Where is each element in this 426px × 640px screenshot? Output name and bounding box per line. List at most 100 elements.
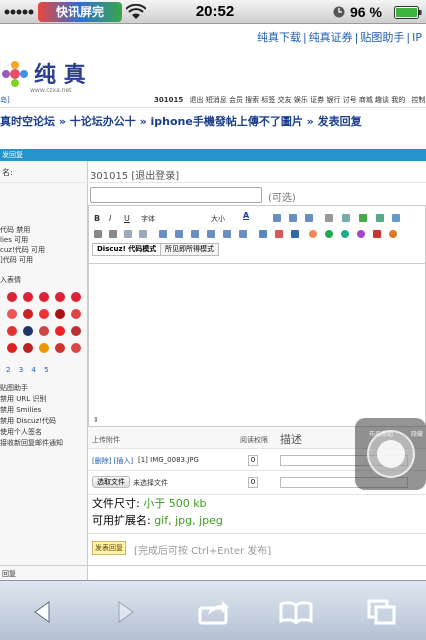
option-paste-helper[interactable]: 贴图助手 xyxy=(0,383,63,394)
unordered-list-icon[interactable] xyxy=(175,230,183,238)
left-stub-link[interactable]: 岛] xyxy=(0,95,10,105)
smiley-icon[interactable] xyxy=(55,343,65,353)
smiley-icon[interactable] xyxy=(55,309,65,319)
image-icon[interactable] xyxy=(342,214,350,222)
subnav-item[interactable]: 搜索 xyxy=(245,96,259,104)
smiley-icon[interactable] xyxy=(39,343,49,353)
poll-icon[interactable] xyxy=(357,230,365,238)
tab-discuz-code[interactable]: Discuz! 代码模式 xyxy=(92,243,162,256)
link-icon[interactable] xyxy=(325,214,333,222)
bold-button[interactable]: B xyxy=(94,214,100,223)
size-select[interactable]: 大小 xyxy=(211,214,225,224)
tab-wysiwyg[interactable]: 所见即所得模式 xyxy=(160,243,219,256)
permission-input[interactable]: 0 xyxy=(248,477,258,488)
forward-icon[interactable] xyxy=(106,595,146,629)
align-center-icon[interactable] xyxy=(289,214,297,222)
hr-icon[interactable] xyxy=(239,230,247,238)
font-select[interactable]: 字体 xyxy=(141,214,155,224)
site-logo[interactable]: 纯 真 www.czxa.net xyxy=(0,51,100,106)
subject-input[interactable] xyxy=(90,187,262,203)
rate-icon[interactable] xyxy=(341,230,349,238)
underline-button[interactable]: U xyxy=(124,214,130,223)
page-link[interactable]: 3 xyxy=(19,366,23,374)
subnav-item[interactable]: 讨号 xyxy=(343,96,357,104)
smiley-icon[interactable] xyxy=(39,326,49,336)
subnav-item[interactable]: 短消息 xyxy=(206,96,227,104)
breadcrumb[interactable]: 真时空论坛 » 十论坛办公十 » iphone手機發帖上傳不了圖片 » 发表回复 xyxy=(0,113,362,129)
smiley-icon[interactable] xyxy=(7,326,17,336)
page-link[interactable]: 4 xyxy=(31,366,35,374)
align-left-icon[interactable] xyxy=(273,214,281,222)
subnav-item[interactable]: 趣谈 xyxy=(375,96,389,104)
smiley-icon[interactable] xyxy=(23,292,33,302)
attach-icon[interactable] xyxy=(325,230,333,238)
back-icon[interactable] xyxy=(22,595,62,629)
smiley-icon[interactable] xyxy=(39,309,49,319)
option-disable-smilies[interactable]: 禁用 Smilies xyxy=(0,405,63,416)
link-securities[interactable]: 纯真证券 xyxy=(309,31,353,44)
italic-button[interactable]: I xyxy=(109,214,111,223)
post-editor[interactable]: B I U 字体 大小 A ⇕ xyxy=(88,205,426,427)
redo-icon[interactable] xyxy=(139,230,147,238)
subnav-item[interactable]: 标签 xyxy=(261,96,275,104)
smiley-icon[interactable] xyxy=(71,292,81,302)
media-icon[interactable] xyxy=(376,214,384,222)
subnav-control-panel[interactable]: 控制面板 xyxy=(412,96,426,104)
editor-resize[interactable]: ⇕ xyxy=(93,416,99,424)
copy-icon[interactable] xyxy=(109,230,117,238)
quote-icon[interactable] xyxy=(259,230,267,238)
smiley-icon[interactable] xyxy=(39,292,49,302)
reward-icon[interactable] xyxy=(389,230,397,238)
subnav-item[interactable]: 银行 xyxy=(326,96,340,104)
cut-icon[interactable] xyxy=(94,230,102,238)
flash-icon[interactable] xyxy=(359,214,367,222)
outdent-icon[interactable] xyxy=(191,230,199,238)
option-disable-discuz[interactable]: 禁用 Discuz!代码 xyxy=(0,416,63,427)
subnav-item[interactable]: 交友 xyxy=(278,96,292,104)
subnav-item[interactable]: 娱乐 xyxy=(294,96,308,104)
smiley-icon[interactable] xyxy=(7,292,17,302)
smiley-icon[interactable] xyxy=(23,343,33,353)
subnav-item[interactable]: 会员 xyxy=(229,96,243,104)
page-link[interactable]: 2 xyxy=(6,366,10,374)
submit-reply-button[interactable]: 发表回复 xyxy=(92,541,126,555)
smiley-icon[interactable] xyxy=(7,309,17,319)
table-icon[interactable] xyxy=(223,230,231,238)
code-icon[interactable] xyxy=(392,214,400,222)
smiley-icon[interactable] xyxy=(23,309,33,319)
permission-input[interactable]: 0 xyxy=(248,455,258,466)
ordered-list-icon[interactable] xyxy=(159,230,167,238)
option-email-notify[interactable]: 接收新回复邮件通知 xyxy=(0,438,63,449)
align-right-icon[interactable] xyxy=(305,214,313,222)
username-display[interactable]: 301015 [退出登录] xyxy=(90,167,179,182)
smiley-icon[interactable] xyxy=(7,343,17,353)
indent-icon[interactable] xyxy=(207,230,215,238)
trade-icon[interactable] xyxy=(373,230,381,238)
option-signature[interactable]: 使用个人签名 xyxy=(0,427,63,438)
free-icon[interactable] xyxy=(291,230,299,238)
subnav-item[interactable]: 我的 xyxy=(391,96,405,104)
color-button[interactable]: A xyxy=(243,211,249,220)
subnav-item[interactable]: 商城 xyxy=(359,96,373,104)
choose-file-button[interactable]: 选取文件 xyxy=(92,476,130,488)
link-download[interactable]: 纯真下载 xyxy=(257,31,301,44)
assistive-touch[interactable]: 布局帮助 隐藏 xyxy=(355,418,426,490)
smiley-icon[interactable] xyxy=(23,326,33,336)
smiley-icon[interactable] xyxy=(55,292,65,302)
smiley-icon[interactable] xyxy=(55,326,65,336)
tabs-icon[interactable] xyxy=(362,595,402,629)
link-paste-helper[interactable]: 贴图助手 xyxy=(360,31,404,44)
page-link[interactable]: 5 xyxy=(44,366,48,374)
share-icon[interactable] xyxy=(194,595,234,629)
attachment-actions[interactable]: [删除] [插入] xyxy=(92,456,133,466)
link-ip[interactable]: IP xyxy=(412,31,422,44)
hide-icon[interactable] xyxy=(275,230,283,238)
option-disable-url[interactable]: 禁用 URL 识别 xyxy=(0,394,63,405)
subnav-item[interactable]: 证券 xyxy=(310,96,324,104)
subnav-item[interactable]: 退出 xyxy=(189,96,203,104)
smiley-icon[interactable] xyxy=(71,343,81,353)
smiley-icon[interactable] xyxy=(309,230,317,238)
subnav-user[interactable]: 301015 xyxy=(154,96,183,104)
bookmarks-icon[interactable] xyxy=(276,595,316,629)
smiley-icon[interactable] xyxy=(71,309,81,319)
